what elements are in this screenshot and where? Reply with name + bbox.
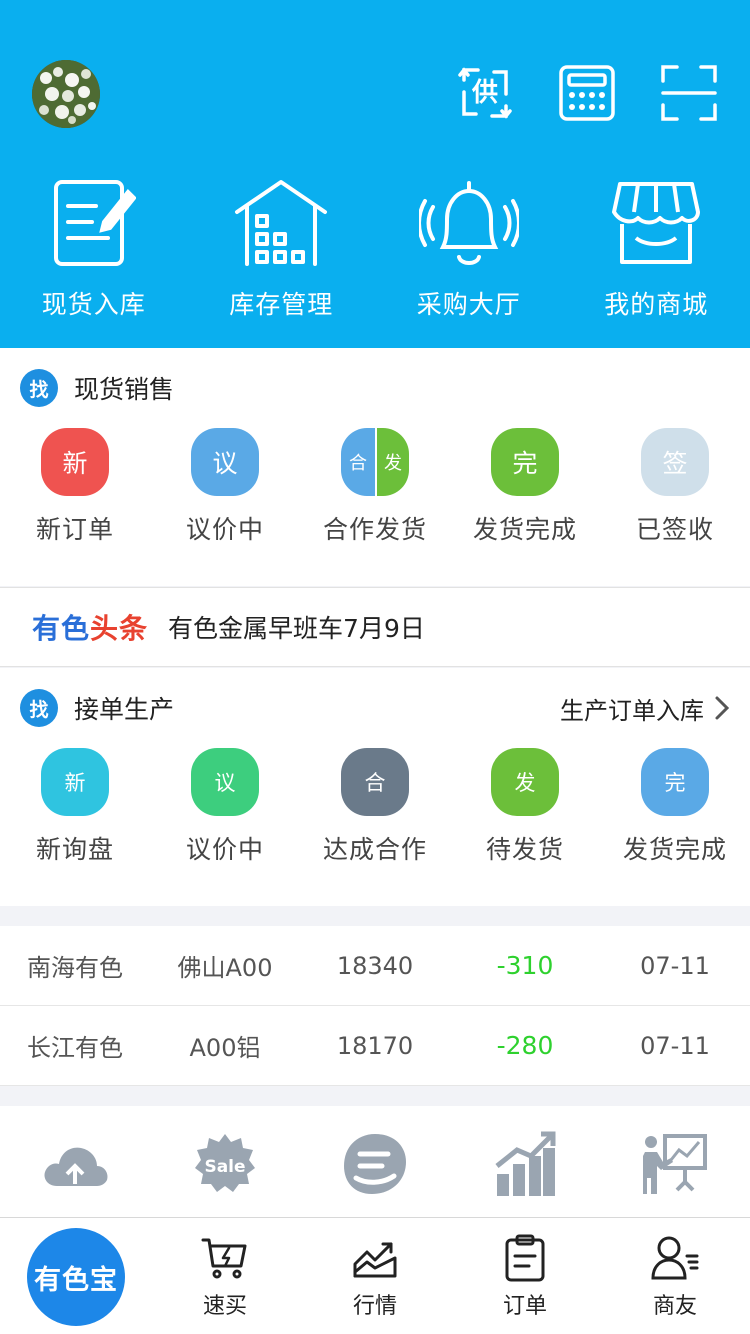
contacts-icon	[651, 1236, 699, 1280]
production-section: 找 接单生产 生产订单入库 新 新询盘 议 议价中 合 达成合作 发 待发货 完…	[0, 668, 750, 906]
cart-icon	[201, 1238, 247, 1279]
change-cell: -310	[496, 951, 554, 980]
presentation-icon[interactable]	[600, 1106, 750, 1218]
home-logo: 有色宝	[27, 1228, 125, 1326]
e-logo-icon[interactable]	[300, 1106, 450, 1218]
tab-quick-buy[interactable]: 速买	[150, 1218, 300, 1334]
change-cell: -280	[496, 1031, 554, 1060]
clipboard-icon	[505, 1234, 545, 1282]
table-row[interactable]: 南海有色 佛山A00 18340 -310 07-11	[0, 926, 750, 1006]
svg-text:Sale: Sale	[204, 1157, 245, 1177]
status-new-order[interactable]: 新 新订单	[0, 428, 150, 546]
market-cell: 南海有色	[27, 954, 123, 982]
tools-row: Sale	[0, 1106, 750, 1218]
product-cell: 佛山A00	[177, 954, 273, 982]
svg-text:供: 供	[471, 78, 498, 108]
warehouse-icon	[231, 175, 331, 271]
table-row[interactable]: 长江有色 A00铝 18170 -280 07-11	[0, 1006, 750, 1086]
complete-icon: 完	[491, 428, 559, 496]
status-agreed[interactable]: 合 达成合作	[300, 748, 450, 866]
headline-text: 有色金属早班车7月9日	[168, 614, 425, 643]
header: 供 现货入库 库存管理 采购大厅 我的商城	[0, 0, 750, 348]
status-pending-ship[interactable]: 发 待发货	[450, 748, 600, 866]
price-cell: 18340	[336, 951, 414, 980]
nav-purchase-hall[interactable]: 采购大厅	[375, 175, 563, 321]
nav-my-shop[interactable]: 我的商城	[563, 175, 750, 321]
new-icon: 新	[41, 428, 109, 496]
nav-spot-inbound[interactable]: 现货入库	[0, 175, 188, 321]
calculator-icon[interactable]	[556, 62, 618, 124]
complete-icon: 完	[641, 748, 709, 816]
nav-inventory[interactable]: 库存管理	[188, 175, 376, 321]
bell-icon	[418, 175, 519, 271]
status-negotiating[interactable]: 议 议价中	[150, 748, 300, 866]
status-shipped[interactable]: 完 发货完成	[450, 428, 600, 546]
scan-icon[interactable]	[658, 62, 720, 124]
document-edit-icon	[44, 175, 144, 271]
status-signed[interactable]: 签 已签收	[600, 428, 750, 546]
cooperate-ship-icon: 合 发	[341, 428, 409, 496]
shop-icon	[606, 175, 706, 271]
new-icon: 新	[41, 748, 109, 816]
cloud-upload-icon[interactable]	[0, 1106, 150, 1218]
cooperate-icon: 合	[341, 748, 409, 816]
tab-orders[interactable]: 订单	[450, 1218, 600, 1334]
avatar[interactable]	[32, 60, 100, 128]
status-cooperate-ship[interactable]: 合 发 合作发货	[300, 428, 450, 546]
supply-exchange-icon[interactable]: 供	[454, 62, 516, 124]
signed-icon: 签	[641, 428, 709, 496]
price-table: 南海有色 佛山A00 18340 -310 07-11 长江有色 A00铝 18…	[0, 926, 750, 1086]
find-badge-icon: 找	[20, 689, 58, 727]
growth-chart-icon[interactable]	[450, 1106, 600, 1218]
section-title: 接单生产	[74, 695, 175, 724]
chevron-right-icon	[715, 696, 730, 720]
section-title: 现货销售	[74, 375, 175, 404]
date-cell: 07-11	[640, 951, 710, 980]
status-new-inquiry[interactable]: 新 新询盘	[0, 748, 150, 866]
price-cell: 18170	[336, 1031, 414, 1060]
status-shipped[interactable]: 完 发货完成	[600, 748, 750, 866]
bottom-nav: 有色宝 速买 行情 订单 商友	[0, 1217, 750, 1334]
tab-contacts[interactable]: 商友	[600, 1218, 750, 1334]
negotiate-icon: 议	[191, 748, 259, 816]
date-cell: 07-11	[640, 1031, 710, 1060]
home-button[interactable]: 有色宝	[0, 1218, 150, 1334]
news-headline[interactable]: 有色头条 有色金属早班车7月9日	[0, 587, 750, 667]
status-negotiating[interactable]: 议 议价中	[150, 428, 300, 546]
tab-market[interactable]: 行情	[300, 1218, 450, 1334]
headline-logo: 有色头条	[32, 612, 149, 645]
product-cell: A00铝	[189, 1034, 261, 1062]
spot-sales-section: 找 现货销售 新 新订单 议 议价中 合 发 合作发货 完 发货完成 签 已签收	[0, 348, 750, 586]
ship-icon: 发	[491, 748, 559, 816]
sale-badge-icon[interactable]: Sale	[150, 1106, 300, 1218]
negotiate-icon: 议	[191, 428, 259, 496]
market-cell: 长江有色	[27, 1034, 123, 1062]
market-trend-icon	[353, 1242, 397, 1278]
production-inbound-link[interactable]: 生产订单入库	[560, 691, 730, 726]
find-badge-icon: 找	[20, 369, 58, 407]
